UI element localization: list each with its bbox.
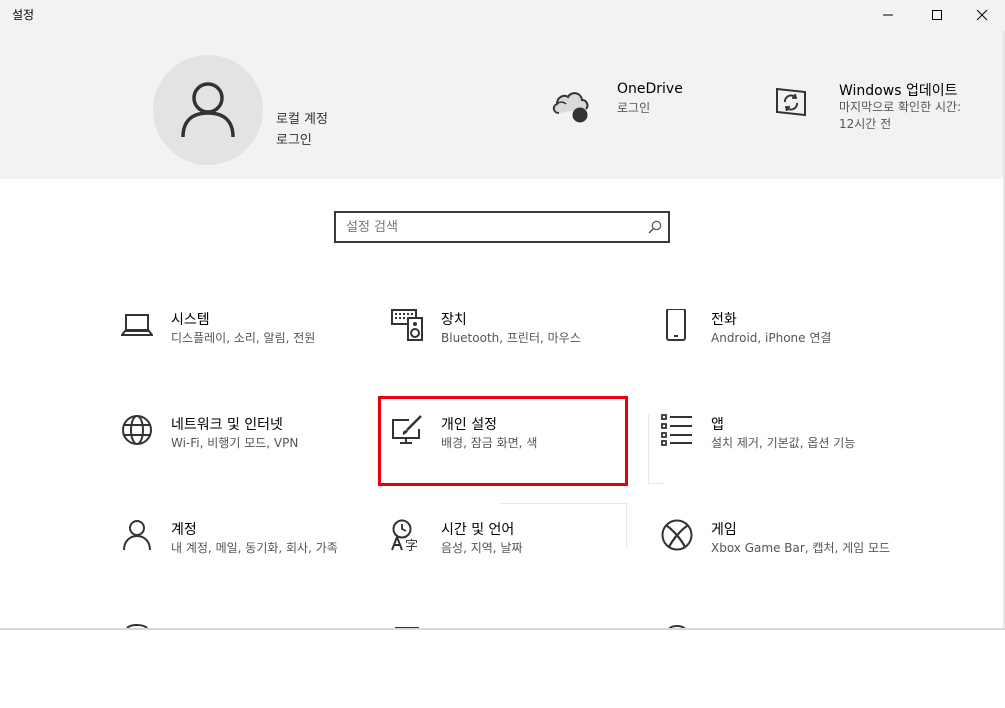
tile-subtitle: Android, iPhone 연결	[711, 331, 832, 345]
tile-devices[interactable]: 장치 Bluetooth, 프린터, 마우스	[391, 309, 641, 395]
minimize-button[interactable]	[865, 0, 911, 30]
app-list-icon	[661, 414, 692, 446]
title-bar: 설정	[0, 0, 1005, 30]
tile-time-language[interactable]: 字 시간 및 언어 음성, 지역, 날짜	[391, 519, 641, 605]
cloud-icon	[552, 92, 589, 123]
tile-accounts[interactable]: 계정 내 계정, 메일, 동기화, 회사, 가족	[121, 519, 371, 605]
tile-partial[interactable]	[121, 622, 371, 708]
tile-title: 시간 및 언어	[441, 522, 515, 538]
tile-title: 장치	[441, 312, 467, 328]
laptop-icon	[121, 314, 153, 336]
tile-title: 앱	[711, 417, 724, 433]
xbox-icon	[661, 519, 693, 551]
search-icon	[648, 220, 662, 234]
tile-subtitle: 음성, 지역, 날짜	[441, 541, 523, 555]
tile-title: 네트워크 및 인터넷	[171, 417, 283, 433]
partial-icon	[395, 627, 419, 629]
person-icon	[123, 520, 151, 551]
phone-icon	[666, 309, 686, 341]
partial-icon	[668, 625, 686, 630]
tile-title: 계정	[171, 522, 197, 538]
window-title: 설정	[12, 8, 35, 22]
onedrive-title[interactable]: OneDrive	[617, 81, 683, 97]
tile-gaming[interactable]: 게임 Xbox Game Bar, 캡처, 게임 모드	[661, 519, 911, 605]
close-icon	[976, 9, 988, 21]
windows-update-icon	[776, 87, 806, 117]
divider	[648, 414, 649, 484]
tile-title: 게임	[711, 522, 737, 538]
partial-icon	[126, 624, 148, 629]
tile-subtitle: Bluetooth, 프린터, 마우스	[441, 331, 581, 345]
windows-update-title[interactable]: Windows 업데이트	[839, 80, 957, 100]
maximize-button[interactable]	[914, 0, 960, 30]
maximize-icon	[932, 10, 942, 20]
tile-title: 시스템	[171, 312, 210, 328]
search-box[interactable]	[334, 211, 670, 243]
avatar[interactable]	[153, 55, 263, 165]
tile-subtitle: 설치 제거, 기본값, 옵션 기능	[711, 436, 856, 450]
close-button[interactable]	[959, 0, 1005, 30]
tile-network[interactable]: 네트워크 및 인터넷 Wi-Fi, 비행기 모드, VPN	[121, 414, 371, 500]
tile-subtitle: 디스플레이, 소리, 알림, 전원	[171, 331, 316, 345]
header-panel: 로컬 계정 로그인 OneDrive 로그인 Windows 업데이트 마지막으…	[0, 30, 1005, 179]
search-input[interactable]	[336, 213, 636, 241]
svg-text:字: 字	[405, 539, 418, 551]
tile-phone[interactable]: 전화 Android, iPhone 연결	[661, 309, 911, 395]
tile-partial[interactable]	[661, 622, 911, 708]
keyboard-speaker-icon	[391, 309, 423, 341]
minimize-icon	[883, 14, 893, 16]
sign-in-link[interactable]: 로그인	[276, 129, 312, 148]
time-language-icon: 字	[391, 519, 418, 551]
windows-update-shortcut[interactable]	[775, 86, 807, 122]
tile-subtitle: Wi-Fi, 비행기 모드, VPN	[171, 436, 299, 450]
tile-system[interactable]: 시스템 디스플레이, 소리, 알림, 전원	[121, 309, 371, 395]
onedrive-shortcut[interactable]	[550, 87, 592, 129]
account-type[interactable]: 로컬 계정	[276, 108, 328, 127]
highlight-box	[378, 396, 628, 486]
tile-partial[interactable]	[391, 622, 641, 708]
tile-apps[interactable]: 앱 설치 제거, 기본값, 옵션 기능	[661, 414, 911, 500]
user-icon	[181, 82, 235, 138]
windows-update-status: 마지막으로 확인한 시간: 12시간 전	[839, 100, 962, 131]
globe-icon	[122, 415, 152, 445]
divider	[500, 503, 626, 504]
onedrive-status: 로그인	[617, 101, 651, 115]
tile-subtitle: Xbox Game Bar, 캡처, 게임 모드	[711, 541, 891, 555]
tile-title: 전화	[711, 312, 737, 328]
tile-subtitle: 내 계정, 메일, 동기화, 회사, 가족	[171, 541, 338, 555]
